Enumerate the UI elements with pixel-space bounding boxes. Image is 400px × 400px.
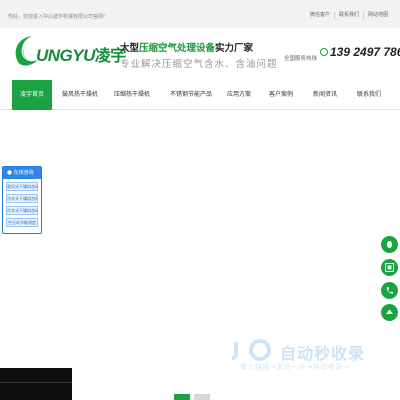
wechat-qr-button[interactable] (381, 259, 398, 276)
chat-icon (7, 170, 12, 175)
watermark-subtitle: 做上链接→来访一次→自动收录→ (240, 363, 350, 371)
qq-button[interactable] (381, 236, 398, 253)
banner-line (0, 382, 72, 383)
consult-item[interactable]: 冷冻式干燥机咨询 (6, 194, 38, 203)
top-link-contact[interactable]: 联系我们 (333, 12, 363, 19)
banner-fragment (0, 368, 72, 400)
qq-icon (386, 240, 393, 249)
site-logo[interactable]: UNGYU凌宇 (10, 32, 126, 70)
logo-text: UNGYU凌宇 (36, 46, 126, 65)
wechat-qr-icon (385, 263, 394, 272)
watermark: 自动秒收录 做上链接→来访一次→自动收录→ (230, 338, 390, 378)
consult-header[interactable]: 在线咨询 (3, 167, 41, 179)
watermark-logo-icon (231, 339, 271, 361)
top-icon (386, 309, 393, 314)
nav-compression-dryer[interactable]: 压缩热干燥机 (110, 80, 154, 110)
nav-stainless-products[interactable]: 不锈钢节能产品 (166, 80, 216, 110)
consult-item[interactable]: 冷冻式干燥机咨询 (6, 206, 38, 215)
nav-news[interactable]: 新闻资讯 (310, 80, 340, 110)
nav-cases[interactable]: 客户案例 (266, 80, 296, 110)
hotline-number: 139 2497 7862 (330, 45, 400, 59)
phone-small-icon (320, 48, 328, 56)
top-links: 微信客户 联系我们 网站地图 (306, 12, 392, 19)
main-nav: 凌宇首页 鼓风热干燥机 压缩热干燥机 不锈钢节能产品 应用方案 客户案例 新闻资… (0, 80, 400, 110)
nav-home[interactable]: 凌宇首页 (12, 80, 52, 110)
slider-dot[interactable] (194, 394, 210, 400)
watermark-title: 自动秒收录 (280, 344, 366, 363)
slogan-sub: 专业解决压缩空气含水、含油问题 (120, 59, 278, 70)
back-to-top-button[interactable] (381, 304, 398, 321)
welcome-text: 你好，欢迎进入中山凌宇机械有限公司官网! (8, 14, 106, 20)
nav-solutions[interactable]: 应用方案 (224, 80, 254, 110)
slider-dot-active[interactable] (174, 394, 190, 400)
hotline-label: 全国服务热线 (284, 56, 318, 62)
online-consult-panel: 在线咨询 鼓风式干燥机咨询 冷冻式干燥机咨询 冷冻式干燥机咨询 空压站节能改造 (2, 166, 42, 234)
phone-button[interactable] (381, 282, 398, 299)
consult-item[interactable]: 鼓风式干燥机咨询 (6, 182, 38, 191)
slogan-main: 大型压缩空气处理设备实力厂家 (120, 43, 254, 54)
nav-contact[interactable]: 联系我们 (354, 80, 384, 110)
site-header: UNGYU凌宇 大型压缩空气处理设备实力厂家 专业解决压缩空气含水、含油问题 全… (0, 28, 400, 80)
top-link-sitemap[interactable]: 网站地图 (362, 12, 392, 19)
consult-item[interactable]: 空压站节能改造 (6, 218, 38, 227)
phone-icon (386, 287, 393, 294)
nav-blower-dryer[interactable]: 鼓风热干燥机 (58, 80, 102, 110)
top-link-wechat[interactable]: 微信客户 (306, 12, 334, 19)
top-bar: 你好，欢迎进入中山凌宇机械有限公司官网! 微信客户 联系我们 网站地图 (0, 0, 400, 28)
